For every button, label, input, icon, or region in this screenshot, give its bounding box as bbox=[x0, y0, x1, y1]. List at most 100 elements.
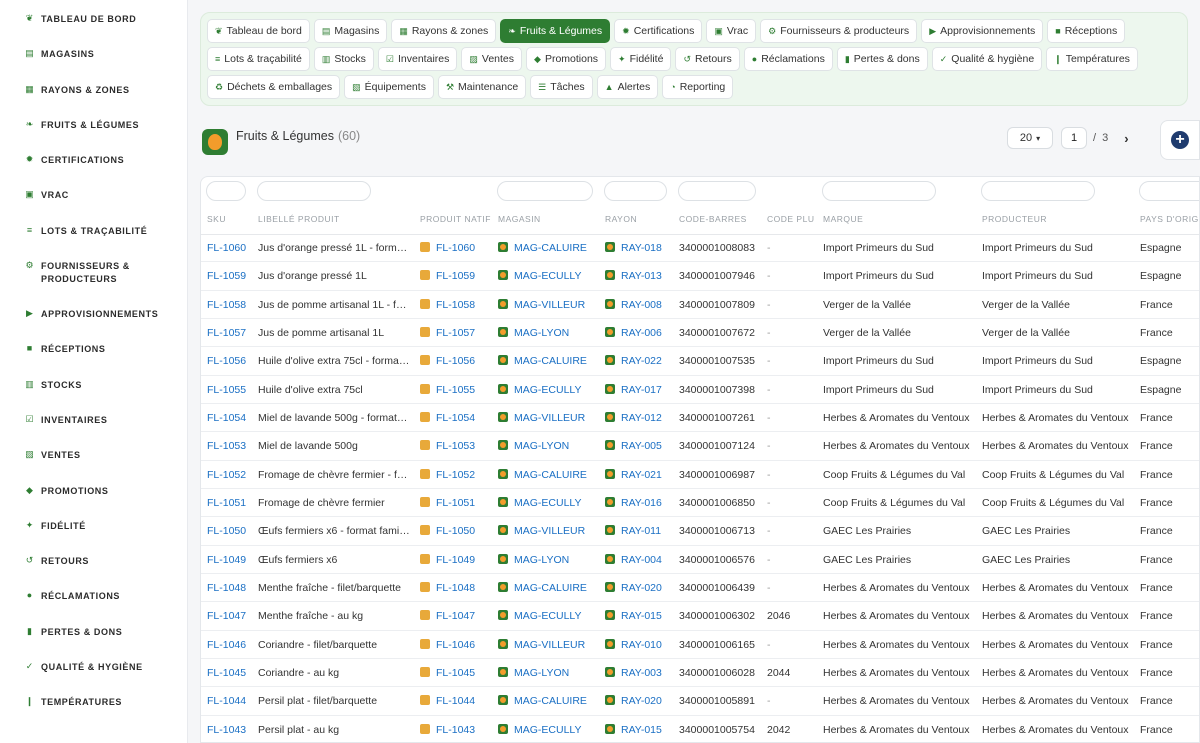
cell-native[interactable]: FL-1044 bbox=[420, 695, 475, 707]
tab-lots-tracabilite[interactable]: ≡ Lots & traçabilité bbox=[207, 47, 310, 71]
tab-pertes-dons[interactable]: ▮ Pertes & dons bbox=[836, 47, 928, 71]
filter-store[interactable] bbox=[497, 181, 593, 201]
cell-store[interactable]: MAG-VILLEUR bbox=[498, 525, 585, 537]
column-header-rayon[interactable]: RAYON bbox=[605, 214, 637, 224]
table-row[interactable]: FL-1048 Menthe fraîche - filet/barquette F… bbox=[201, 574, 1199, 603]
cell-rayon[interactable]: RAY-017 bbox=[605, 383, 662, 396]
tab-alertes[interactable]: ▲ Alertes bbox=[596, 75, 659, 99]
cell-store[interactable]: MAG-ECULLY bbox=[498, 723, 582, 736]
sidebar-item-promotions[interactable]: ◆ PROMOTIONS bbox=[0, 472, 187, 507]
cell-sku[interactable]: FL-1058 bbox=[207, 299, 246, 311]
column-header-marque[interactable]: MARQUE bbox=[823, 214, 863, 224]
sidebar-item-ventes[interactable]: ▨ VENTES bbox=[0, 436, 187, 471]
cell-native[interactable]: FL-1045 bbox=[420, 666, 475, 679]
sidebar-item-rayons-zones[interactable]: ▦ RAYONS & ZONES bbox=[0, 71, 187, 106]
table-row[interactable]: FL-1043 Persil plat - au kg FL-1043 MAG-ECU… bbox=[201, 716, 1199, 742]
cell-store[interactable]: MAG-LYON bbox=[498, 666, 569, 679]
sidebar-item-reclamations[interactable]: ● RÉCLAMATIONS bbox=[0, 577, 187, 612]
column-header-pays-d-origine[interactable]: PAYS D'ORIGINE bbox=[1140, 214, 1199, 224]
cell-store[interactable]: MAG-CALUIRE bbox=[498, 242, 587, 254]
tab-approvisionnements[interactable]: ▶ Approvisionnements bbox=[921, 19, 1044, 43]
sidebar-item-temperatures[interactable]: ❙ TEMPÉRATURES bbox=[0, 683, 187, 718]
cell-native[interactable]: FL-1048 bbox=[420, 581, 475, 594]
cell-native[interactable]: FL-1060 bbox=[420, 242, 475, 254]
table-row[interactable]: FL-1047 Menthe fraîche - au kg FL-1047 MAG-… bbox=[201, 602, 1199, 631]
cell-store[interactable]: MAG-CALUIRE bbox=[498, 355, 587, 367]
cell-sku[interactable]: FL-1056 bbox=[207, 355, 246, 367]
tab-inventaires[interactable]: ☑ Inventaires bbox=[377, 47, 458, 71]
cell-rayon[interactable]: RAY-018 bbox=[605, 242, 662, 254]
tab-maintenance[interactable]: ⚒ Maintenance bbox=[437, 75, 527, 99]
next-page-button[interactable]: › bbox=[1124, 131, 1128, 146]
cell-sku[interactable]: FL-1051 bbox=[207, 497, 246, 509]
cell-rayon[interactable]: RAY-003 bbox=[605, 666, 662, 679]
cell-sku[interactable]: FL-1050 bbox=[207, 525, 246, 537]
filter-brand[interactable] bbox=[822, 181, 936, 201]
tab-fidelite[interactable]: ✦ Fidélité bbox=[610, 47, 672, 71]
sidebar-item-certifications[interactable]: ✹ CERTIFICATIONS bbox=[0, 141, 187, 176]
cell-native[interactable]: FL-1050 bbox=[420, 525, 475, 537]
cell-native[interactable]: FL-1055 bbox=[420, 383, 475, 396]
cell-sku[interactable]: FL-1055 bbox=[207, 384, 246, 396]
column-header-code-barres[interactable]: CODE-BARRES bbox=[679, 214, 747, 224]
table-row[interactable]: FL-1046 Coriandre - filet/barquette FL-104… bbox=[201, 631, 1199, 659]
cell-native[interactable]: FL-1051 bbox=[420, 496, 475, 509]
cell-sku[interactable]: FL-1046 bbox=[207, 639, 246, 651]
tab-certifications[interactable]: ✹ Certifications bbox=[614, 19, 703, 43]
cell-sku[interactable]: FL-1060 bbox=[207, 242, 246, 254]
cell-rayon[interactable]: RAY-020 bbox=[605, 695, 662, 707]
cell-rayon[interactable]: RAY-005 bbox=[605, 440, 662, 452]
tab-fournisseurs-producteurs[interactable]: ⚙ Fournisseurs & producteurs bbox=[760, 19, 918, 43]
cell-store[interactable]: MAG-ECULLY bbox=[498, 496, 582, 509]
table-row[interactable]: FL-1053 Miel de lavande 500g FL-1053 MAG-LY… bbox=[201, 432, 1199, 461]
cell-store[interactable]: MAG-LYON bbox=[498, 440, 569, 452]
table-row[interactable]: FL-1050 Œufs fermiers x6 - format familia… bbox=[201, 517, 1199, 546]
table-row[interactable]: FL-1054 Miel de lavande 500g - format fam… bbox=[201, 404, 1199, 433]
tab-stocks[interactable]: ▥ Stocks bbox=[313, 47, 374, 71]
filter-producer[interactable] bbox=[981, 181, 1095, 201]
cell-store[interactable]: MAG-VILLEUR bbox=[498, 638, 585, 651]
table-row[interactable]: FL-1052 Fromage de chèvre fermier - forma… bbox=[201, 461, 1199, 489]
cell-native[interactable]: FL-1058 bbox=[420, 298, 475, 311]
column-header-sku[interactable]: SKU bbox=[207, 214, 226, 224]
sidebar-item-fidelite[interactable]: ✦ FIDÉLITÉ bbox=[0, 507, 187, 542]
cell-native[interactable]: FL-1047 bbox=[420, 610, 475, 622]
sidebar-item-approvisionnements[interactable]: ▶ APPROVISIONNEMENTS bbox=[0, 295, 187, 330]
cell-rayon[interactable]: RAY-020 bbox=[605, 581, 662, 594]
tab-qualite-hygiene[interactable]: ✓ Qualité & hygiène bbox=[931, 47, 1043, 71]
sidebar-item-magasins[interactable]: ▤ MAGASINS bbox=[0, 35, 187, 70]
cell-rayon[interactable]: RAY-016 bbox=[605, 496, 662, 509]
cell-native[interactable]: FL-1046 bbox=[420, 638, 475, 651]
table-row[interactable]: FL-1045 Coriandre - au kg FL-1045 MAG-LYON R… bbox=[201, 659, 1199, 688]
column-header-producteur[interactable]: PRODUCTEUR bbox=[982, 214, 1047, 224]
cell-sku[interactable]: FL-1054 bbox=[207, 412, 246, 424]
cell-rayon[interactable]: RAY-008 bbox=[605, 298, 662, 311]
cell-store[interactable]: MAG-ECULLY bbox=[498, 383, 582, 396]
page-input[interactable]: 1 bbox=[1061, 127, 1087, 149]
table-row[interactable]: FL-1058 Jus de pomme artisanal 1L - forma… bbox=[201, 291, 1199, 319]
table-row[interactable]: FL-1059 Jus d'orange pressé 1L FL-1059 MAG-… bbox=[201, 262, 1199, 291]
filter-rayon[interactable] bbox=[604, 181, 667, 201]
sidebar-item-qualite-hygiene[interactable]: ✓ QUALITÉ & HYGIÈNE bbox=[0, 648, 187, 683]
cell-sku[interactable]: FL-1053 bbox=[207, 440, 246, 452]
tab-promotions[interactable]: ◆ Promotions bbox=[526, 47, 607, 71]
cell-store[interactable]: MAG-CALUIRE bbox=[498, 695, 587, 707]
cell-rayon[interactable]: RAY-013 bbox=[605, 270, 662, 282]
cell-sku[interactable]: FL-1043 bbox=[207, 724, 246, 736]
tab-magasins[interactable]: ▤ Magasins bbox=[313, 19, 388, 43]
tab-vrac[interactable]: ▣ Vrac bbox=[706, 19, 757, 43]
cell-sku[interactable]: FL-1045 bbox=[207, 667, 246, 679]
column-header-produit-natif[interactable]: PRODUIT NATIF bbox=[420, 214, 491, 224]
sidebar-item-fruits-legumes[interactable]: ❧ FRUITS & LÉGUMES bbox=[0, 106, 187, 141]
add-record-button[interactable]: + bbox=[1160, 120, 1200, 160]
sidebar-item-receptions[interactable]: ■ RÉCEPTIONS bbox=[0, 330, 187, 365]
cell-native[interactable]: FL-1049 bbox=[420, 553, 475, 566]
cell-store[interactable]: MAG-LYON bbox=[498, 553, 569, 566]
table-row[interactable]: FL-1056 Huile d'olive extra 75cl - format… bbox=[201, 347, 1199, 376]
cell-rayon[interactable]: RAY-015 bbox=[605, 610, 662, 622]
cell-store[interactable]: MAG-ECULLY bbox=[498, 610, 582, 622]
cell-sku[interactable]: FL-1044 bbox=[207, 695, 246, 707]
cell-rayon[interactable]: RAY-006 bbox=[605, 326, 662, 339]
cell-rayon[interactable]: RAY-021 bbox=[605, 468, 662, 481]
filter-barcode[interactable] bbox=[678, 181, 756, 201]
